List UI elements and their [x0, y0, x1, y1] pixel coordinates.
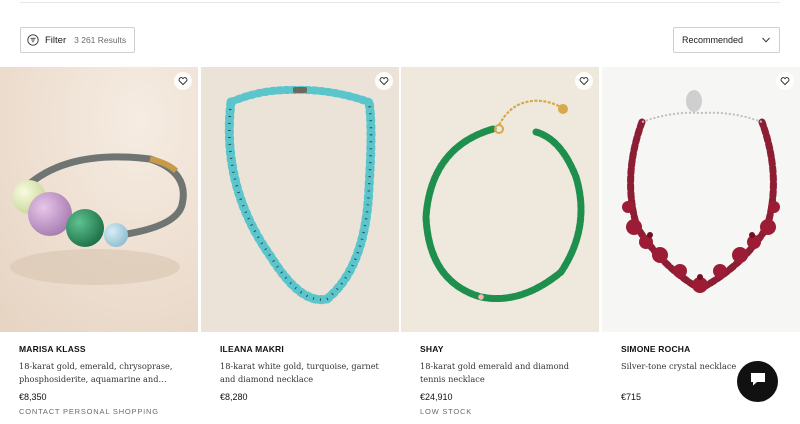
chat-button[interactable]: [737, 361, 778, 402]
heart-icon: [579, 76, 589, 86]
product-price: €24,910: [420, 392, 453, 402]
heart-icon: [379, 76, 389, 86]
wishlist-button[interactable]: [174, 72, 192, 90]
product-card[interactable]: SHAY 18-karat gold emerald and diamond t…: [401, 67, 599, 424]
chat-icon: [749, 371, 767, 392]
product-description: 18-karat gold, emerald, chrysoprase, pho…: [19, 361, 173, 384]
product-info: SHAY 18-karat gold emerald and diamond t…: [420, 344, 590, 416]
product-description: 18-karat white gold, turquoise, garnet a…: [220, 361, 379, 384]
results-count: 3 261 Results: [74, 35, 127, 45]
product-image[interactable]: [602, 67, 800, 332]
product-flag: CONTACT PERSONAL SHOPPING: [19, 407, 159, 416]
sort-selected-value: Recommended: [682, 35, 744, 45]
filter-button[interactable]: Filter 3 261 Results: [20, 27, 135, 53]
designer-name: ILEANA MAKRI: [220, 344, 284, 354]
product-description: 18-karat gold emerald and diamond tennis…: [420, 361, 570, 384]
product-price: €8,350: [19, 392, 47, 402]
sort-dropdown[interactable]: Recommended: [673, 27, 780, 53]
divider: [20, 2, 780, 3]
wishlist-button[interactable]: [375, 72, 393, 90]
product-price: €715: [621, 392, 642, 402]
filter-label: Filter: [45, 34, 67, 46]
product-image[interactable]: [0, 67, 198, 332]
product-info: MARISA KLASS 18-karat gold, emerald, chr…: [19, 344, 189, 416]
product-image[interactable]: [201, 67, 399, 332]
designer-name: SIMONE ROCHA: [621, 344, 691, 354]
product-card[interactable]: ILEANA MAKRI 18-karat white gold, turquo…: [201, 67, 399, 424]
results-toolbar: Filter 3 261 Results Recommended: [20, 27, 780, 53]
heart-icon: [780, 76, 790, 86]
heart-icon: [178, 76, 188, 86]
wishlist-button[interactable]: [575, 72, 593, 90]
filter-icon: [27, 34, 39, 46]
designer-name: MARISA KLASS: [19, 344, 86, 354]
product-flag: LOW STOCK: [420, 407, 473, 416]
chevron-down-icon: [761, 35, 771, 45]
product-grid: MARISA KLASS 18-karat gold, emerald, chr…: [0, 67, 800, 424]
product-info: ILEANA MAKRI 18-karat white gold, turquo…: [220, 344, 390, 402]
product-price: €8,280: [220, 392, 248, 402]
product-card[interactable]: MARISA KLASS 18-karat gold, emerald, chr…: [0, 67, 198, 424]
product-image[interactable]: [401, 67, 599, 332]
wishlist-button[interactable]: [776, 72, 794, 90]
designer-name: SHAY: [420, 344, 444, 354]
